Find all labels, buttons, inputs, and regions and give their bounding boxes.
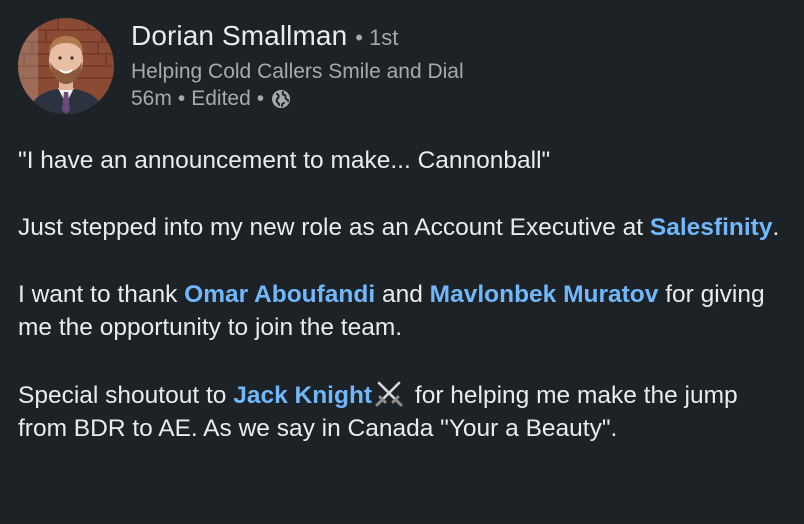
text-segment: I want to thank: [18, 281, 185, 308]
connection-degree: • 1st: [355, 25, 399, 50]
post-paragraph: Special shoutout to Jack Knight for help…: [18, 378, 788, 445]
avatar-photo: [18, 18, 114, 114]
person-mention-link[interactable]: Omar Aboufandi: [184, 281, 375, 308]
meta-separator-dot: •: [177, 87, 186, 110]
author-headline: Helping Cold Callers Smile and Dial: [131, 60, 464, 83]
announcement-quote: "I have an announcement to make... Canno…: [18, 147, 551, 174]
person-mention-link[interactable]: Mavlonbek Muratov: [430, 281, 659, 308]
edited-label: Edited: [191, 87, 251, 110]
meta-separator-dot: •: [256, 87, 265, 110]
crossed-swords-icon: [374, 378, 404, 408]
globe-icon: [271, 89, 291, 109]
post-paragraph: "I have an announcement to make... Canno…: [18, 144, 788, 177]
post-meta: 56m • Edited •: [131, 85, 464, 113]
text-segment: .: [772, 214, 780, 241]
text-segment: Special shoutout to: [18, 382, 234, 409]
text-segment: and: [375, 281, 430, 308]
author-name[interactable]: Dorian Smallman: [131, 20, 347, 52]
author-name-line: Dorian Smallman • 1st: [131, 20, 464, 56]
author-info: Dorian Smallman • 1st Helping Cold Calle…: [131, 20, 464, 113]
text-segment: Just stepped into my new role as an Acco…: [18, 214, 650, 241]
post-time: 56m: [131, 87, 172, 110]
post-text: "I have an announcement to make... Canno…: [18, 144, 788, 479]
post-paragraph: I want to thank Omar Aboufandi and Mavlo…: [18, 278, 788, 344]
feed-post: Dorian Smallman • 1st Helping Cold Calle…: [0, 0, 804, 524]
post-paragraph: Just stepped into my new role as an Acco…: [18, 211, 788, 244]
author-avatar[interactable]: [18, 18, 114, 114]
company-mention-link[interactable]: Salesfinity: [650, 214, 773, 241]
person-mention-link[interactable]: Jack Knight: [233, 382, 372, 409]
